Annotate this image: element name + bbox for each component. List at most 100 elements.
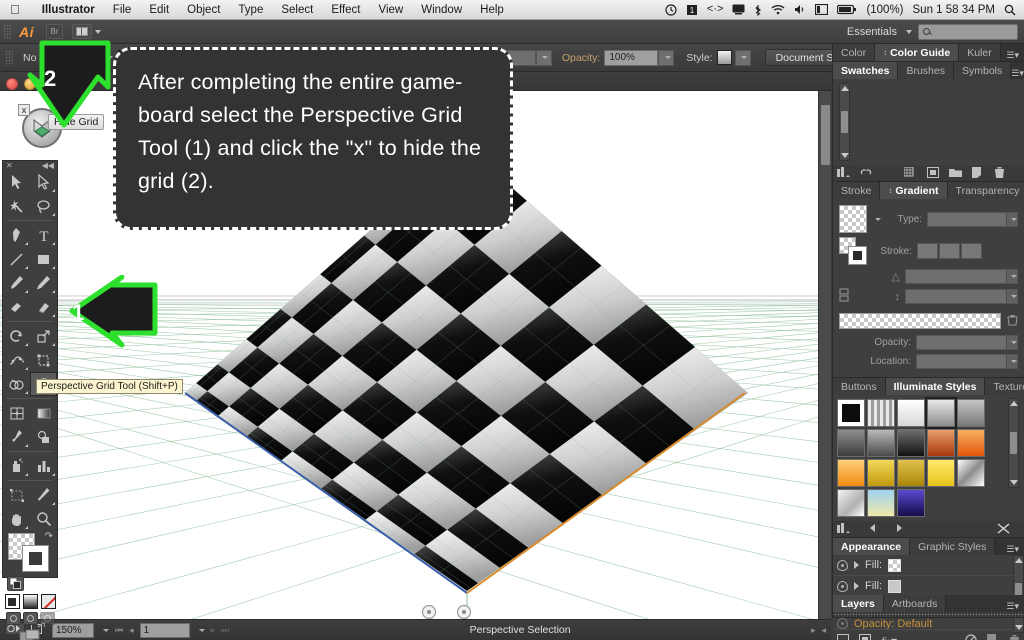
swap-fill-stroke-icon[interactable]: ↷ bbox=[45, 531, 53, 542]
menu-select[interactable]: Select bbox=[272, 0, 322, 20]
column-graph-tool[interactable] bbox=[30, 454, 57, 478]
menu-help[interactable]: Help bbox=[471, 0, 513, 20]
style-swatch[interactable] bbox=[716, 50, 732, 65]
zoom-chevron-down-icon[interactable] bbox=[103, 628, 109, 632]
hand-tool[interactable] bbox=[3, 507, 30, 531]
display-icon[interactable] bbox=[732, 4, 745, 15]
selection-tool[interactable] bbox=[3, 170, 30, 194]
scroll-down-icon[interactable] bbox=[1014, 625, 1023, 630]
battery-icon[interactable] bbox=[837, 4, 857, 15]
visibility-icon[interactable] bbox=[837, 580, 848, 592]
draw-inside-mode[interactable] bbox=[39, 612, 55, 625]
tab-buttons[interactable]: Buttons bbox=[833, 378, 886, 395]
search-input[interactable] bbox=[918, 23, 1018, 40]
wifi-icon[interactable] bbox=[771, 4, 785, 15]
stroke-style-chevron[interactable] bbox=[535, 49, 552, 66]
tab-color-guide[interactable]: ↕ Color Guide bbox=[875, 44, 960, 61]
type-tool[interactable]: T bbox=[30, 223, 57, 247]
style-swatch[interactable] bbox=[837, 399, 865, 427]
draw-normal-mode[interactable] bbox=[5, 612, 21, 625]
tab-swatches[interactable]: Swatches bbox=[833, 62, 899, 79]
color-panel-menu-icon[interactable]: ☰▾ bbox=[1006, 50, 1024, 61]
menu-bar-clock[interactable]: Sun 1 58 34 PM bbox=[913, 4, 995, 16]
visibility-icon[interactable] bbox=[837, 559, 848, 571]
scroll-up-icon[interactable] bbox=[840, 86, 849, 91]
style-swatch[interactable] bbox=[957, 399, 985, 427]
zoom-tool[interactable] bbox=[30, 507, 57, 531]
appearance-row[interactable]: Fill: bbox=[833, 555, 1013, 576]
tab-color[interactable]: Color bbox=[833, 44, 876, 61]
arrange-chevron-down-icon[interactable] bbox=[95, 29, 101, 34]
canvas-vertical-scrollbar[interactable] bbox=[818, 91, 831, 619]
workspace-chevron-down-icon[interactable] bbox=[906, 29, 912, 34]
style-chevron[interactable] bbox=[734, 49, 751, 66]
artboard-number-field[interactable]: 1 bbox=[139, 622, 190, 638]
rotate-tool[interactable] bbox=[3, 324, 30, 348]
tab-transparency[interactable]: Transparency bbox=[947, 182, 1024, 199]
swatch-options-icon[interactable] bbox=[927, 166, 939, 180]
artboard-chevron-down-icon[interactable] bbox=[198, 628, 205, 632]
workspace-switcher[interactable]: Essentials bbox=[847, 26, 897, 38]
styles-libraries-icon[interactable] bbox=[837, 522, 850, 536]
gradient-type-dropdown[interactable] bbox=[927, 211, 1018, 227]
style-swatch[interactable] bbox=[957, 429, 985, 457]
scroll-up-icon[interactable] bbox=[1014, 558, 1023, 563]
code-icon[interactable]: <·> bbox=[707, 4, 724, 15]
pen-tool[interactable] bbox=[3, 223, 30, 247]
gradient-tool[interactable] bbox=[30, 401, 57, 425]
artboard-tool[interactable] bbox=[3, 483, 30, 507]
styles-prev-icon[interactable] bbox=[868, 523, 878, 535]
add-effect-fx-icon[interactable]: fx▾ bbox=[881, 634, 896, 640]
magic-wand-tool[interactable] bbox=[3, 194, 30, 218]
gradient-angle-field[interactable] bbox=[905, 269, 1018, 284]
volume-icon[interactable] bbox=[794, 4, 806, 15]
show-swatch-kinds-icon[interactable] bbox=[903, 166, 917, 180]
scroll-down-icon[interactable] bbox=[840, 153, 849, 158]
tab-layers[interactable]: Layers bbox=[833, 595, 884, 612]
tab-graphic-styles[interactable]: Graphic Styles bbox=[910, 538, 996, 555]
opacity-chevron[interactable] bbox=[658, 49, 675, 66]
line-segment-tool[interactable] bbox=[3, 247, 30, 271]
menu-view[interactable]: View bbox=[370, 0, 413, 20]
tab-artboards[interactable]: Artboards bbox=[883, 595, 947, 612]
gradient-slider[interactable] bbox=[839, 313, 1001, 329]
gradient-stroke-across[interactable] bbox=[961, 243, 982, 259]
tab-symbols[interactable]: Symbols bbox=[953, 62, 1012, 79]
menu-effect[interactable]: Effect bbox=[322, 0, 369, 20]
change-screen-mode-button[interactable] bbox=[17, 628, 43, 640]
mesh-tool[interactable] bbox=[3, 401, 30, 425]
style-swatch[interactable] bbox=[837, 459, 865, 487]
layers-panel-menu-icon[interactable]: ☰▾ bbox=[1006, 601, 1024, 612]
first-artboard-button[interactable]: ⏮ bbox=[115, 625, 123, 636]
style-swatch-selected[interactable] bbox=[925, 397, 957, 429]
tab-kuler[interactable]: Kuler bbox=[959, 44, 1001, 61]
tools-collapse-icon[interactable]: ◀◀ bbox=[42, 161, 54, 170]
appearance-scrollbar[interactable] bbox=[1013, 555, 1024, 633]
menu-window[interactable]: Window bbox=[412, 0, 471, 20]
width-tool[interactable] bbox=[3, 348, 30, 372]
style-swatch[interactable] bbox=[837, 429, 865, 457]
lasso-tool[interactable] bbox=[30, 194, 57, 218]
expand-triangle-icon[interactable] bbox=[854, 582, 859, 590]
menu-edit[interactable]: Edit bbox=[140, 0, 178, 20]
style-swatch[interactable] bbox=[867, 429, 895, 457]
slice-tool[interactable] bbox=[30, 483, 57, 507]
delete-gradient-stop-icon[interactable] bbox=[1007, 314, 1018, 329]
gradient-location-field[interactable] bbox=[916, 354, 1018, 369]
fill-color-box[interactable] bbox=[22, 545, 49, 572]
appearance-panel-menu-icon[interactable]: ☰▾ bbox=[1006, 544, 1024, 555]
gradient-stroke-along[interactable] bbox=[939, 243, 960, 259]
shape-builder-tool[interactable] bbox=[3, 372, 30, 396]
blob-brush-tool[interactable] bbox=[3, 295, 30, 319]
style-swatch[interactable] bbox=[897, 489, 925, 517]
color-mode-gradient[interactable] bbox=[22, 594, 38, 609]
duplicate-item-icon[interactable] bbox=[987, 634, 999, 640]
bluetooth-icon[interactable] bbox=[754, 4, 762, 16]
last-artboard-button[interactable]: ⏭ bbox=[221, 625, 229, 636]
add-new-stroke-icon[interactable] bbox=[859, 634, 871, 640]
scrollbar-thumb[interactable] bbox=[820, 105, 830, 165]
style-swatch[interactable] bbox=[897, 399, 925, 427]
prev-artboard-button[interactable]: ◂ bbox=[129, 625, 134, 636]
status-menu-button[interactable]: ▸ bbox=[811, 625, 816, 636]
eyedropper-tool[interactable] bbox=[3, 425, 30, 449]
